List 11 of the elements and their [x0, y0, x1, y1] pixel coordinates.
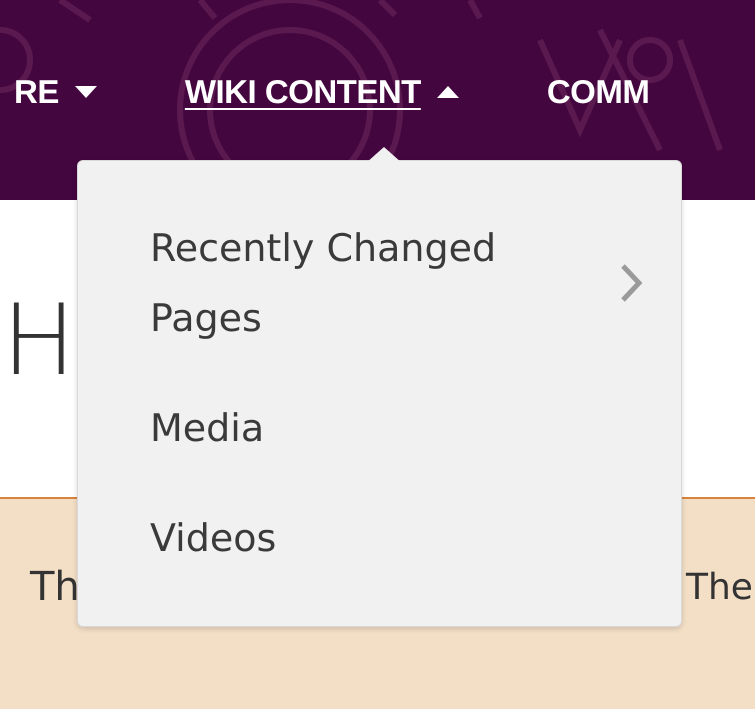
notice-text: The	[686, 566, 753, 610]
nav-link[interactable]: RE	[14, 67, 59, 117]
menu-item[interactable]: Recently Changed Pages	[78, 213, 681, 353]
nav-link[interactable]: WIKI CONTENT	[184, 67, 421, 117]
page-heading: H	[2, 288, 76, 396]
notice-text: Th	[30, 563, 80, 612]
caret-icon[interactable]	[436, 85, 459, 99]
nav-link[interactable]: COMM	[546, 67, 650, 117]
menu-item[interactable]: Videos	[78, 503, 681, 573]
menu-item[interactable]: Media	[78, 393, 681, 463]
caret-icon[interactable]	[74, 85, 97, 99]
